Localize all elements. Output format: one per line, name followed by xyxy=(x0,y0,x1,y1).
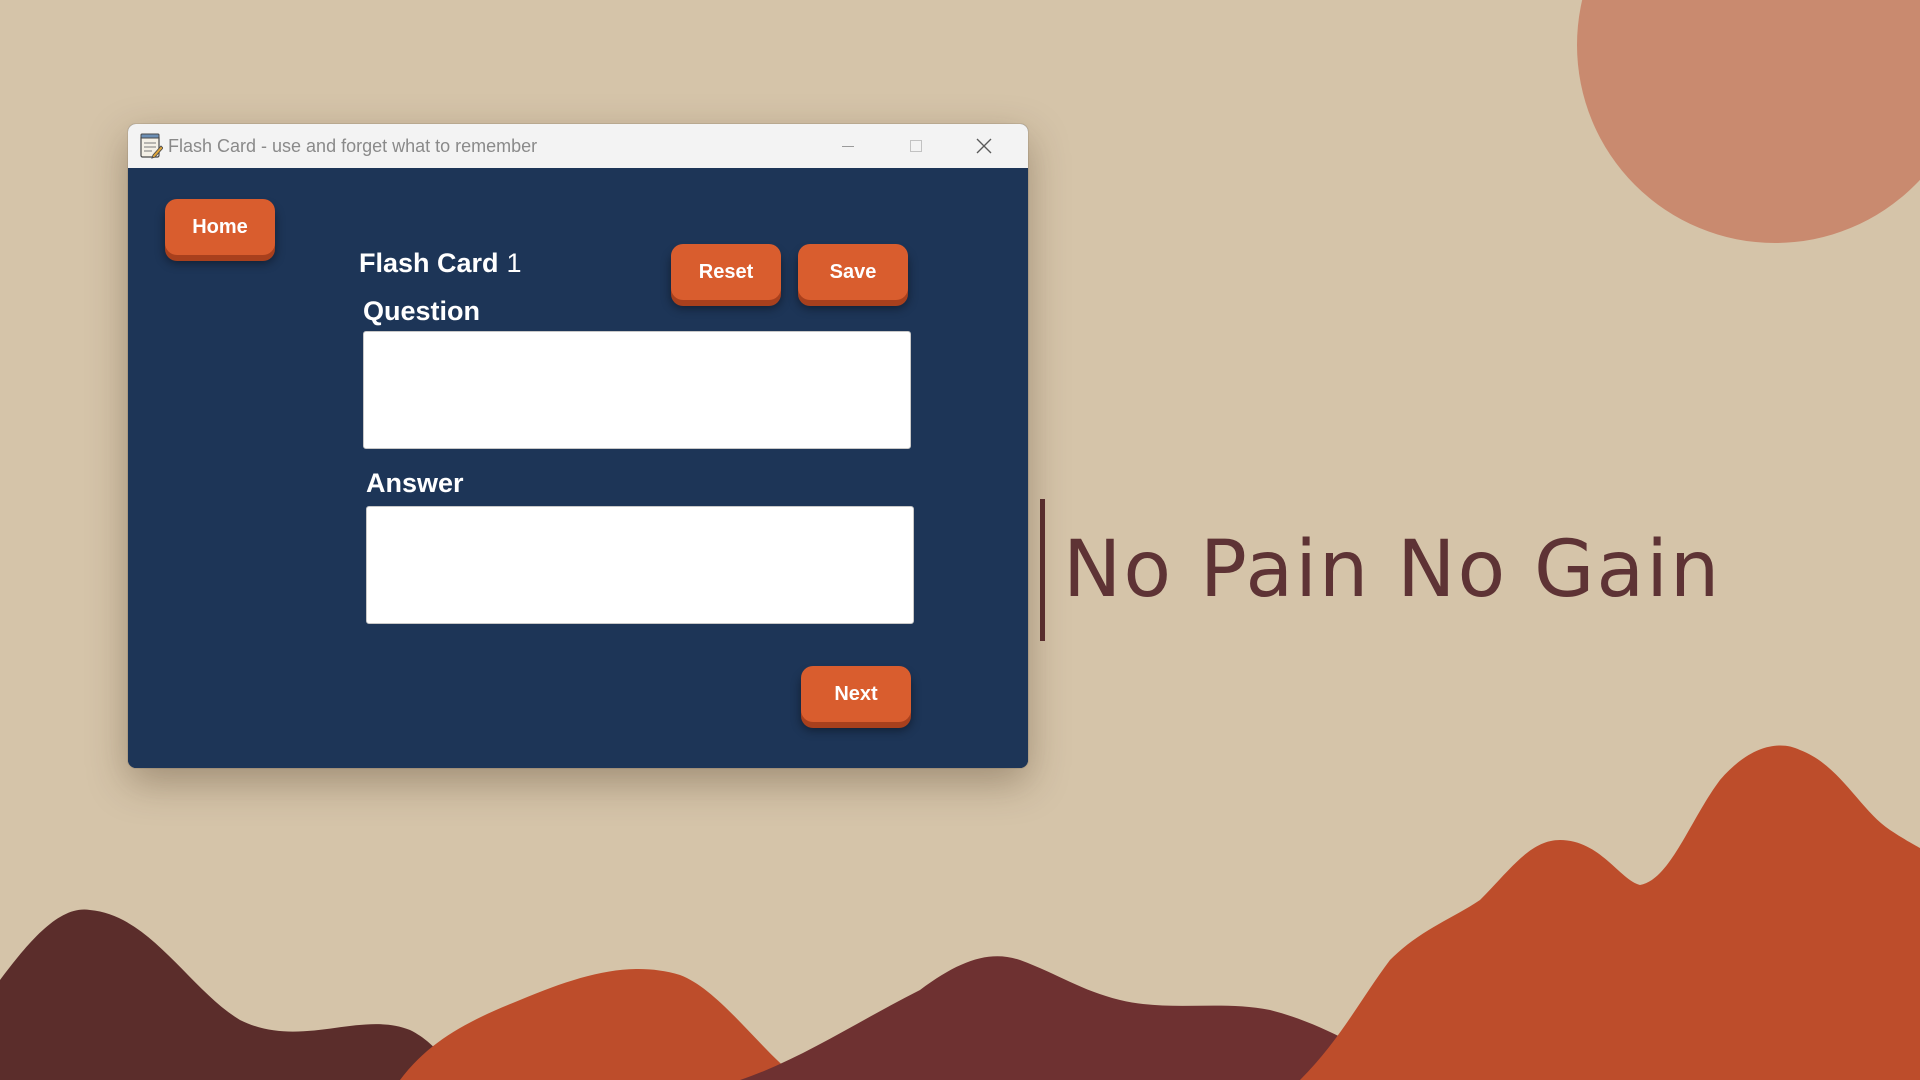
maximize-button[interactable] xyxy=(882,124,950,168)
tagline-divider xyxy=(1040,499,1045,641)
answer-label: Answer xyxy=(366,468,464,498)
question-label: Question xyxy=(363,296,481,326)
close-button[interactable] xyxy=(950,124,1018,168)
save-button[interactable]: Save xyxy=(798,244,908,300)
window-titlebar[interactable]: Flash Card - use and forget what to reme… xyxy=(128,124,1028,168)
flash-card-window: Flash Card - use and forget what to reme… xyxy=(128,124,1028,768)
card-heading: Flash Card 1 xyxy=(359,248,522,279)
question-input[interactable] xyxy=(363,331,911,449)
notepad-icon xyxy=(140,133,163,159)
maximize-icon xyxy=(910,140,922,152)
home-button[interactable]: Home xyxy=(165,199,275,255)
wallpaper-sun xyxy=(1577,0,1920,243)
card-number: 1 xyxy=(506,248,522,278)
wallpaper-mountain-orange-right xyxy=(1300,745,1920,1080)
window-client-area: Home Flash Card 1 Reset Save Question Ans… xyxy=(128,168,1028,768)
close-icon xyxy=(976,138,992,154)
minimize-icon xyxy=(842,146,854,147)
minimize-button[interactable] xyxy=(814,124,882,168)
card-title-label: Flash Card xyxy=(359,248,499,278)
window-title: Flash Card - use and forget what to reme… xyxy=(168,136,538,156)
tagline-text: No Pain No Gain xyxy=(1063,525,1722,615)
wallpaper-mountain-dark-left xyxy=(0,909,460,1080)
reset-button[interactable]: Reset xyxy=(671,244,781,300)
wallpaper-tagline: No Pain No Gain xyxy=(1040,499,1722,641)
wallpaper-mountain-orange-middle xyxy=(400,969,800,1080)
answer-input[interactable] xyxy=(366,506,914,624)
next-button[interactable]: Next xyxy=(801,666,911,722)
